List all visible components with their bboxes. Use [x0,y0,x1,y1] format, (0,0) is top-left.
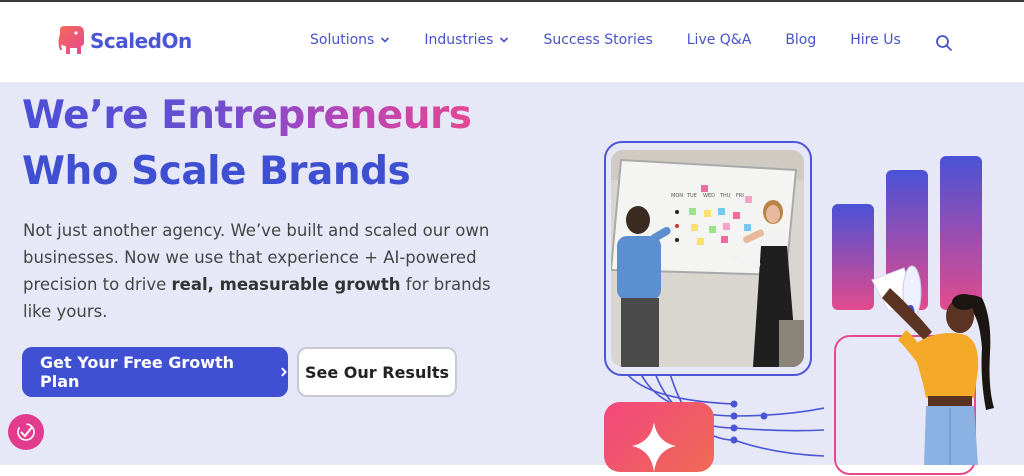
nav-label: Blog [785,32,817,48]
hero-title: We’re Entrepreneurs Who Scale Brands [22,88,582,200]
button-label: See Our Results [305,362,449,382]
hero-description: Not just another agency. We’ve built and… [23,217,513,325]
accessibility-icon [17,423,35,441]
nav-solutions[interactable]: Solutions [310,32,390,48]
button-label: Get Your Free Growth Plan [40,353,235,391]
nav-label: Hire Us [850,32,901,48]
nav-hire-us[interactable]: Hire Us [850,32,900,48]
nav-live-qa[interactable]: Live Q&A [687,32,752,48]
chevron-right-icon [280,367,287,377]
nav-label: Industries [424,32,494,48]
sparkle-tile [604,402,714,472]
whiteboard-illustration: MON TUE WED THU FRI [611,150,804,367]
accessibility-badge[interactable] [8,414,44,450]
chevron-down-icon [381,37,390,43]
day-label: WED [703,193,715,199]
nav-industries[interactable]: Industries [424,32,509,48]
day-label: THU [719,193,731,199]
search-icon[interactable] [935,34,953,52]
nav-label: Solutions [310,32,375,48]
hero-title-line-2: Who Scale Brands [22,149,411,194]
see-results-button[interactable]: See Our Results [297,347,457,397]
woman-megaphone-illustration [871,265,994,465]
logo-text: ScaledOn [90,29,192,53]
nav-label: Success Stories [543,32,653,48]
logo[interactable]: ScaledOn [56,24,192,58]
nav-success-stories[interactable]: Success Stories [543,32,652,48]
elephant-logo-icon [58,26,84,54]
hero-title-line-1: We’re Entrepreneurs [22,88,482,144]
main-nav: Solutions Industries Success Stories Liv… [310,32,935,48]
nav-label: Live Q&A [686,32,752,48]
sparkle-icon [632,422,676,472]
day-label: TUE [686,193,697,199]
team-whiteboard-photo: MON TUE WED THU FRI [611,150,804,367]
day-label: FRI [736,193,744,199]
nav-blog[interactable]: Blog [785,32,816,48]
desc-bold-text: real, measurable growth [171,275,401,294]
free-growth-plan-button[interactable]: Get Your Free Growth Plan [22,347,288,397]
site-header: ScaledOn Solutions Industries Success St… [0,2,1024,82]
day-label: MON [671,193,683,199]
chevron-down-icon [500,37,509,43]
